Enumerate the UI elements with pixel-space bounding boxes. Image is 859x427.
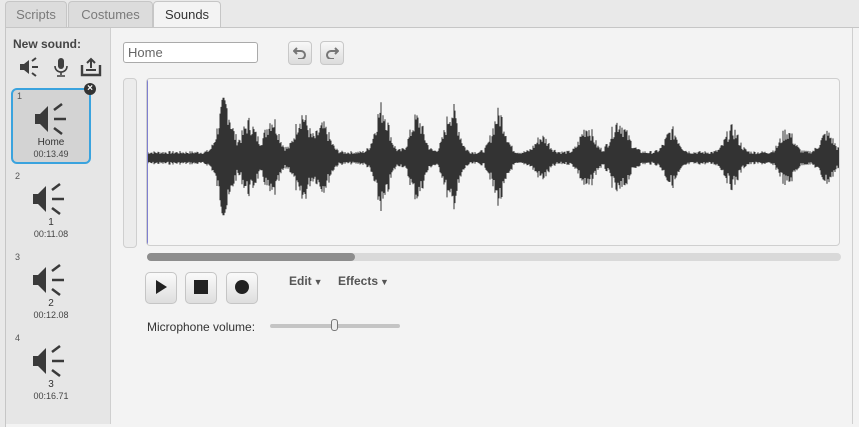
sound-duration: 00:11.08: [33, 229, 69, 239]
playhead-cursor: [147, 79, 148, 245]
speaker-icon: [31, 182, 71, 216]
sound-duration: 00:13.49: [33, 149, 69, 159]
new-sound-label: New sound:: [13, 37, 81, 51]
sound-duration: 00:16.71: [33, 391, 69, 401]
dropdown-caret-icon: ▼: [313, 277, 323, 287]
edit-menu-button[interactable]: Edit ▼: [289, 274, 323, 288]
sound-duration: 00:12.08: [33, 310, 69, 320]
undo-button[interactable]: [288, 41, 312, 65]
stop-icon: [194, 279, 208, 297]
waveform-path: [147, 97, 839, 216]
right-panel-edge: [852, 28, 859, 424]
speaker-icon: [31, 344, 71, 378]
speaker-icon: [33, 102, 73, 136]
delete-sound-icon[interactable]: ×: [84, 83, 96, 95]
sound-item-2[interactable]: 3 2 00:12.08: [11, 251, 91, 327]
sound-item-3[interactable]: 4 3 00:16.71: [11, 332, 91, 408]
slider-knob[interactable]: [330, 319, 338, 331]
tab-sounds[interactable]: Sounds: [153, 1, 221, 29]
stop-button[interactable]: [185, 272, 217, 304]
speaker-icon: [31, 263, 71, 297]
tab-scripts[interactable]: Scripts: [5, 1, 67, 27]
upload-icon[interactable]: [80, 56, 102, 78]
sound-name: 3: [48, 379, 54, 390]
waveform-side-strip: [123, 78, 137, 248]
microphone-icon[interactable]: [50, 56, 72, 78]
scrollbar-thumb[interactable]: [147, 253, 356, 261]
play-button[interactable]: [145, 272, 177, 304]
redo-button[interactable]: [320, 41, 344, 65]
sound-name: 1: [48, 217, 54, 228]
sound-item-1[interactable]: 2 1 00:11.08: [11, 170, 91, 246]
effects-menu-label: Effects: [338, 274, 379, 288]
waveform-scrollbar[interactable]: [147, 253, 841, 261]
dropdown-caret-icon: ▼: [380, 277, 389, 287]
record-button[interactable]: [226, 272, 258, 304]
sound-name-input[interactable]: [123, 42, 258, 63]
sound-list-sidebar: New sound: 1 Home 00:13.49 × 2 1 00:11.0…: [6, 28, 111, 424]
record-icon: [235, 279, 249, 297]
play-icon: [154, 279, 168, 298]
speaker-library-icon[interactable]: [18, 56, 40, 78]
sound-number: 2: [15, 171, 21, 181]
sound-number: 1: [17, 91, 23, 101]
microphone-volume-label: Microphone volume:: [147, 320, 256, 334]
sound-item-home[interactable]: 1 Home 00:13.49 ×: [11, 83, 96, 164]
sound-number: 3: [15, 252, 21, 262]
microphone-volume-slider[interactable]: [270, 319, 400, 331]
sound-name: Home: [37, 137, 65, 148]
sound-number: 4: [15, 333, 21, 343]
effects-menu-button[interactable]: Effects ▼: [338, 274, 389, 288]
sound-name: 2: [48, 298, 54, 309]
tab-costumes[interactable]: Costumes: [68, 1, 153, 27]
waveform-panel[interactable]: [146, 78, 840, 246]
redo-icon: [325, 45, 340, 62]
edit-menu-label: Edit: [289, 274, 312, 288]
undo-icon: [292, 45, 307, 62]
waveform-graphic: [147, 97, 839, 216]
